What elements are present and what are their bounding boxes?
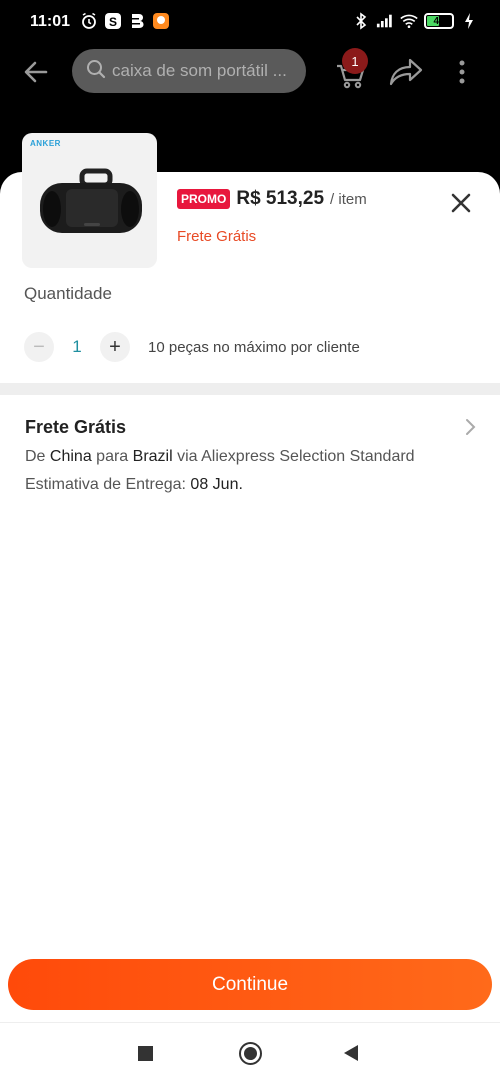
brand-logo: ANKER bbox=[30, 139, 61, 148]
route-destination: Brazil bbox=[132, 448, 173, 465]
status-icons-left: S bbox=[80, 12, 170, 30]
continue-button[interactable]: Continue bbox=[8, 959, 492, 1010]
increase-quantity-button[interactable]: + bbox=[100, 332, 130, 362]
price: R$ 513,25 bbox=[236, 188, 325, 209]
status-bar: 11:01 S 48 bbox=[0, 0, 500, 44]
decrease-quantity-button[interactable]: − bbox=[24, 332, 54, 362]
quantity-limit-note: 10 peças no máximo por cliente bbox=[148, 338, 360, 356]
home-dot bbox=[244, 1047, 257, 1060]
quantity-value[interactable]: 1 bbox=[54, 337, 100, 357]
eta-date: 08 Jun. bbox=[190, 476, 243, 493]
cart-badge: 1 bbox=[342, 48, 368, 74]
quantity-label: Quantidade bbox=[24, 284, 112, 303]
svg-text:S: S bbox=[109, 15, 117, 29]
home-icon[interactable] bbox=[239, 1042, 262, 1065]
per-item-label: / item bbox=[330, 190, 367, 208]
product-image[interactable]: ANKER bbox=[22, 133, 157, 268]
wifi-icon bbox=[400, 12, 418, 30]
chevron-right-icon[interactable] bbox=[462, 418, 478, 436]
route-origin: China bbox=[49, 448, 92, 465]
promo-badge: PROMO bbox=[177, 189, 231, 209]
orange-app-icon bbox=[152, 12, 170, 30]
free-shipping-label: Frete Grátis bbox=[177, 228, 257, 245]
battery-icon: 48 bbox=[424, 13, 454, 29]
route-from-prefix: De bbox=[25, 448, 50, 465]
price-row: PROMO R$ 513,25 / item bbox=[177, 188, 367, 210]
eta-label: Estimativa de Entrega: bbox=[25, 476, 191, 493]
battery-text: 48 bbox=[433, 15, 445, 27]
speaker-image bbox=[40, 168, 142, 233]
recent-apps-icon[interactable] bbox=[138, 1046, 153, 1061]
alarm-icon bbox=[80, 12, 98, 30]
back-icon[interactable] bbox=[344, 1045, 358, 1061]
status-icons-right: 48 bbox=[352, 12, 478, 30]
s-app-icon: S bbox=[104, 12, 122, 30]
route-to-prefix: para bbox=[91, 448, 133, 465]
section-divider bbox=[0, 383, 500, 395]
route-carrier: via Aliexpress Selection Standard bbox=[172, 448, 415, 465]
delivery-estimate: Estimativa de Entrega: 08 Jun. bbox=[25, 476, 243, 494]
quantity-stepper: − 1 + 10 peças no máximo por cliente bbox=[24, 332, 360, 362]
search-placeholder: caixa de som portátil ... bbox=[112, 61, 287, 80]
close-icon[interactable] bbox=[448, 190, 474, 216]
search-icon bbox=[86, 59, 106, 84]
charging-icon bbox=[460, 12, 478, 30]
shipping-route: De China para Brazil via Aliexpress Sele… bbox=[25, 448, 415, 466]
bluetooth-icon bbox=[352, 12, 370, 30]
b-app-icon bbox=[128, 12, 146, 30]
share-icon[interactable] bbox=[388, 56, 424, 88]
search-input[interactable]: caixa de som portátil ... bbox=[72, 49, 306, 93]
more-options-icon[interactable] bbox=[452, 56, 472, 88]
shipping-title[interactable]: Frete Grátis bbox=[25, 417, 126, 438]
signal-icon bbox=[376, 12, 394, 30]
system-nav-bar bbox=[0, 1022, 500, 1083]
back-arrow-icon[interactable] bbox=[22, 58, 50, 86]
status-time: 11:01 bbox=[30, 13, 71, 30]
